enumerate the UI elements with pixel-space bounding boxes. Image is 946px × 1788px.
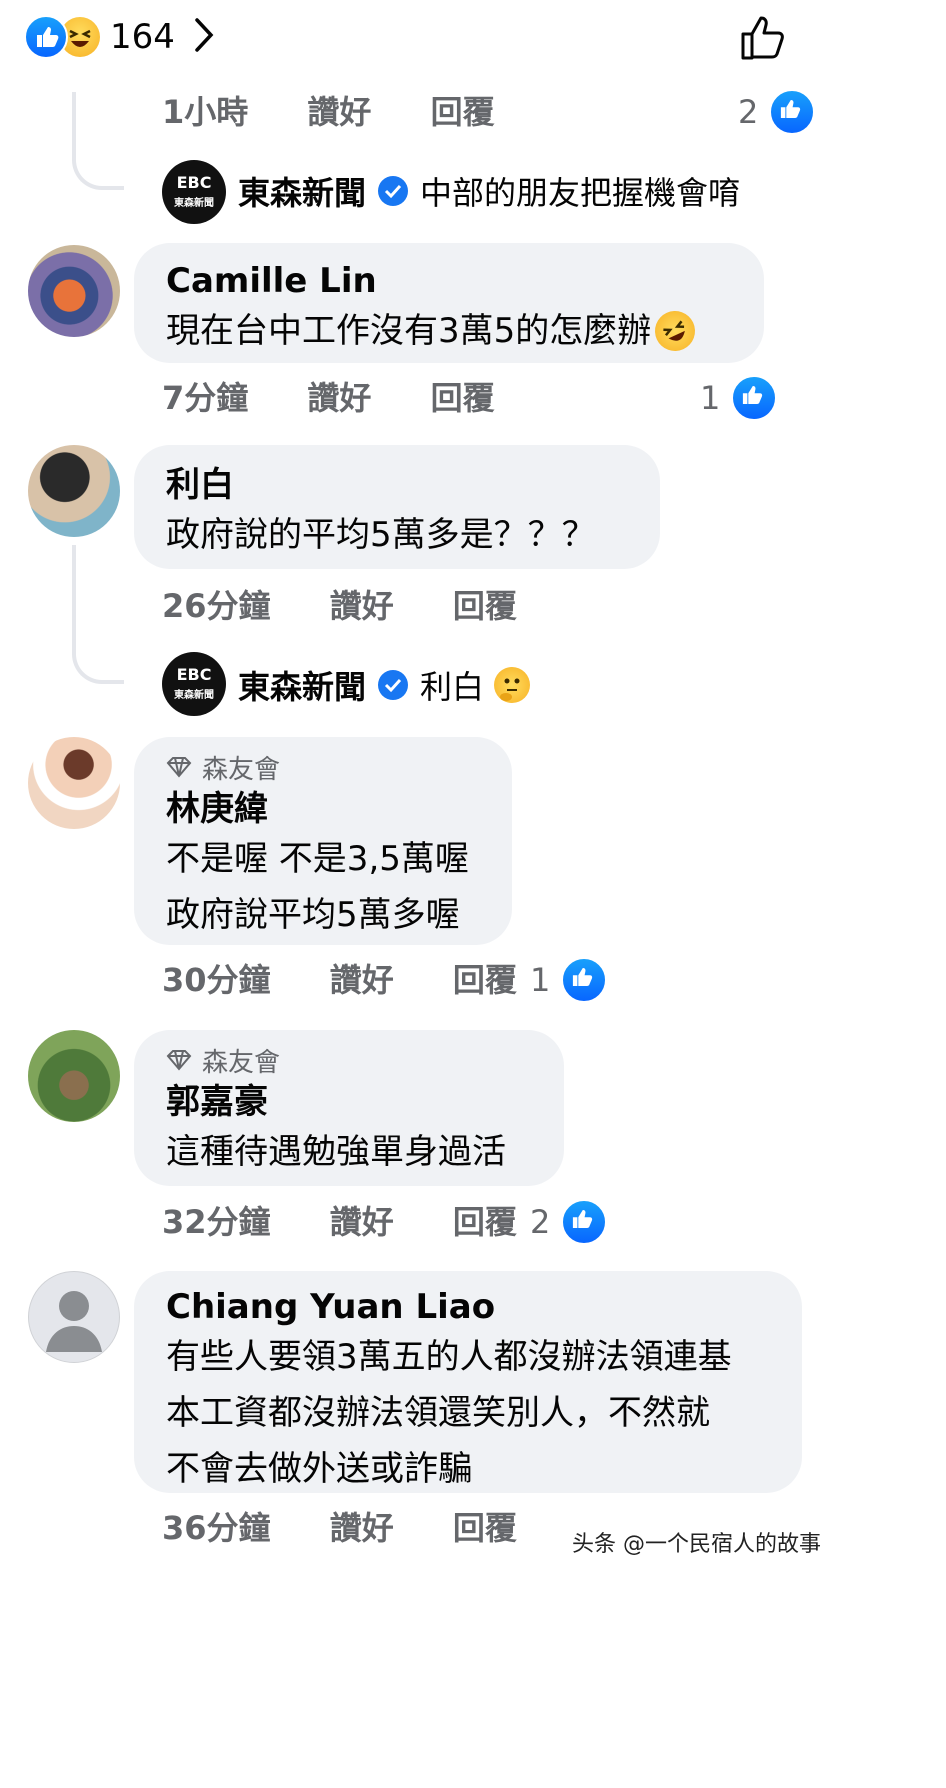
watermark: 头条 @一个民宿人的故事 [572,1532,821,1557]
timestamp: 1小時 [162,93,249,131]
reply-text: 利白 [420,668,485,706]
page-avatar[interactable]: EBC 東森新聞 [162,160,226,224]
commenter-name[interactable]: 利白 [166,463,626,507]
like-count[interactable]: 1 [530,956,609,1004]
comment-text: 現在台中工作沒有3萬5的怎麼辦 [166,303,730,359]
like-count[interactable]: 2 [738,88,817,136]
reply-text: 中部的朋友把握機會唷 [420,174,741,212]
diamond-icon [166,1046,192,1080]
comment-bubble: Chiang Yuan Liao 有些人要領3萬五的人都沒辦法領連基 本工資都沒… [134,1271,802,1493]
fan-badge: 森友會 [166,753,478,787]
page-name[interactable]: 東森新聞 [238,168,366,214]
reply-preview[interactable]: 東森新聞 利白 [238,662,531,708]
thumbs-up-icon[interactable] [737,12,787,66]
avatar[interactable] [28,445,120,537]
comment-text: 政府說的平均5萬多是？？？ [166,515,596,555]
verified-icon [378,176,409,206]
reply-preview[interactable]: 東森新聞 中部的朋友把握機會唷 [238,168,740,214]
comment-bubble: 利白 政府說的平均5萬多是？？？ [134,445,660,569]
comment-text: 這種待遇勉強單身過活 [166,1132,506,1172]
like-count[interactable]: 1 [700,374,779,422]
commenter-name[interactable]: Camille Lin [166,259,730,303]
like-badge-icon [768,88,817,136]
timestamp: 30分鐘 [162,961,271,999]
chevron-right-icon[interactable] [193,17,215,57]
comment-bubble: 森友會 郭嘉豪 這種待遇勉強單身過活 [134,1030,564,1186]
reactions-summary[interactable]: 164 [24,12,215,62]
thread-connector [72,545,124,684]
comment-meta: 30分鐘 讚好 回覆 [162,960,517,1000]
reply-button[interactable]: 回覆 [431,379,495,417]
ebc-logo: EBC 東森新聞 [174,665,214,702]
like-button[interactable]: 讚好 [307,93,371,131]
comment-meta: 32分鐘 讚好 回覆 [162,1202,517,1242]
comment-meta: 36分鐘 讚好 回覆 [162,1508,517,1548]
reply-button[interactable]: 回覆 [453,961,517,999]
like-button[interactable]: 讚好 [330,1203,394,1241]
rofl-emoji-icon [648,304,702,358]
like-button[interactable]: 讚好 [307,379,371,417]
default-avatar[interactable] [28,1271,120,1363]
timestamp: 7分鐘 [162,379,249,417]
fan-badge: 森友會 [166,1046,530,1080]
like-count[interactable]: 2 [530,1198,609,1246]
thread-connector [72,92,124,190]
like-reaction-icon [24,15,68,59]
timestamp: 36分鐘 [162,1509,271,1547]
comment-bubble: 森友會 林庚緯 不是喔 不是3,5萬喔 政府說平均5萬多喔 [134,737,512,945]
avatar[interactable] [28,737,120,829]
reply-button[interactable]: 回覆 [431,93,495,131]
avatar[interactable] [28,1030,120,1122]
like-button[interactable]: 讚好 [330,1509,394,1547]
reply-button[interactable]: 回覆 [453,587,517,625]
commenter-name[interactable]: 郭嘉豪 [166,1080,530,1124]
comment-meta: 26分鐘 讚好 回覆 [162,586,517,626]
comment-bubble: Camille Lin 現在台中工作沒有3萬5的怎麼辦 [134,243,764,363]
reply-button[interactable]: 回覆 [453,1203,517,1241]
comment-meta: 1小時 讚好 回覆 [162,92,495,132]
page-avatar[interactable]: EBC 東森新聞 [162,652,226,716]
comment-text: 不會去做外送或詐騙 [166,1449,472,1489]
timestamp: 32分鐘 [162,1203,271,1241]
timestamp: 26分鐘 [162,587,271,625]
comment-text: 有些人要領3萬五的人都沒辦法領連基 [166,1337,732,1377]
reply-button[interactable]: 回覆 [453,1509,517,1547]
ebc-logo: EBC 東森新聞 [174,173,214,209]
commenter-name[interactable]: 林庚緯 [166,787,478,831]
diamond-icon [166,753,192,787]
comment-text: 政府說平均5萬多喔 [166,895,460,935]
comment-meta: 7分鐘 讚好 回覆 [162,378,495,418]
verified-icon [378,670,409,700]
like-button[interactable]: 讚好 [330,587,394,625]
like-button[interactable]: 讚好 [330,961,394,999]
like-badge-icon [560,1198,609,1246]
comment-text: 不是喔 不是3,5萬喔 [166,839,469,879]
thinking-emoji-icon [494,667,531,703]
commenter-name[interactable]: Chiang Yuan Liao [166,1285,768,1329]
avatar[interactable] [28,245,120,337]
page-name[interactable]: 東森新聞 [238,662,366,708]
like-badge-icon [730,374,779,422]
reaction-count: 164 [110,17,175,57]
comment-text: 本工資都沒辦法領還笑別人，不然就 [166,1393,710,1433]
like-badge-icon [560,956,609,1004]
